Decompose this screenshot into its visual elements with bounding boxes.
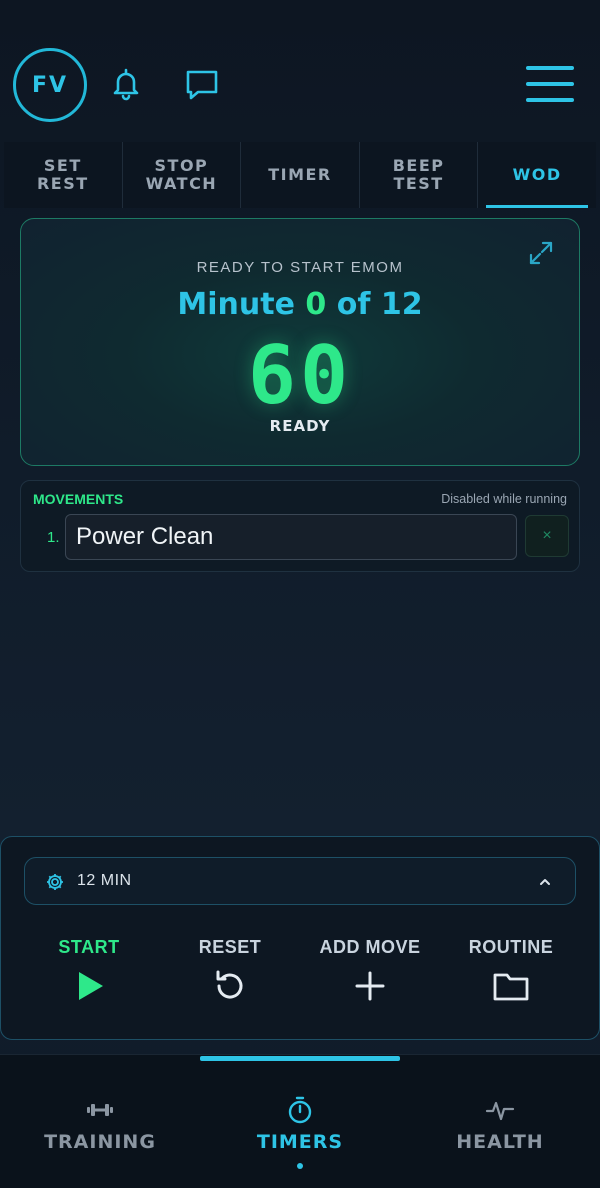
- nav-training-label: TRAINING: [44, 1131, 156, 1153]
- reset-button[interactable]: RESET: [160, 937, 300, 1006]
- play-icon: [69, 966, 109, 1006]
- app-header: FV: [0, 0, 600, 140]
- movements-panel: MOVEMENTS Disabled while running 1. Powe…: [20, 480, 580, 572]
- dumbbell-icon: [85, 1095, 115, 1125]
- minute-prefix: Minute: [177, 287, 295, 322]
- nav-health[interactable]: HEALTH: [400, 1095, 600, 1153]
- duration-label: 12 MIN: [77, 872, 132, 889]
- movements-note: Disabled while running: [441, 492, 567, 506]
- gear-icon: [45, 872, 65, 892]
- nav-training[interactable]: TRAINING: [0, 1095, 200, 1153]
- chevron-up-icon: [537, 874, 553, 890]
- tab-timer[interactable]: TIMER: [241, 142, 360, 208]
- start-label: START: [58, 937, 120, 957]
- add-move-label: ADD MOVE: [319, 937, 421, 957]
- control-panel: 12 MIN START RESET ADD MOVE ROUTINE: [0, 836, 600, 1040]
- tab-stop-watch[interactable]: STOP WATCH: [123, 142, 242, 208]
- menu-icon[interactable]: [526, 66, 574, 104]
- timer-mode-tabs: SET REST STOP WATCH TIMER BEEP TEST WOD: [4, 142, 596, 208]
- plus-icon: [350, 966, 390, 1006]
- add-move-button[interactable]: ADD MOVE: [300, 937, 440, 1006]
- tab-set-rest[interactable]: SET REST: [4, 142, 123, 208]
- countdown-display: 60: [247, 329, 353, 422]
- nav-timers-label: TIMERS: [256, 1131, 344, 1153]
- timer-state-label: READY: [269, 417, 331, 435]
- nav-timers[interactable]: TIMERS: [200, 1095, 400, 1169]
- movement-number: 1.: [47, 529, 60, 546]
- routine-button[interactable]: ROUTINE: [441, 937, 581, 1006]
- tab-beep-test[interactable]: BEEP TEST: [360, 142, 479, 208]
- close-icon: ×: [542, 527, 552, 544]
- start-button[interactable]: START: [19, 937, 159, 1006]
- avatar[interactable]: FV: [13, 48, 87, 122]
- active-tab-indicator: [200, 1056, 400, 1061]
- timer-display-card: READY TO START EMOM Minute 0 of 12 60 RE…: [20, 218, 580, 466]
- minute-current: 0: [305, 287, 327, 322]
- pulse-icon: [485, 1095, 515, 1125]
- routine-label: ROUTINE: [468, 937, 554, 957]
- avatar-initials: FV: [31, 72, 69, 98]
- nav-health-label: HEALTH: [456, 1131, 544, 1153]
- movements-title: MOVEMENTS: [33, 491, 124, 507]
- active-dot: [297, 1163, 303, 1169]
- movement-input[interactable]: Power Clean: [65, 514, 517, 560]
- delete-movement-button[interactable]: ×: [525, 515, 569, 557]
- timer-status-text: READY TO START EMOM: [196, 259, 404, 276]
- minute-suffix: of 12: [336, 287, 423, 322]
- reset-icon: [210, 966, 250, 1006]
- duration-settings-bar[interactable]: 12 MIN: [24, 857, 576, 905]
- tab-wod[interactable]: WOD: [478, 142, 596, 208]
- bell-icon[interactable]: [106, 64, 146, 104]
- chat-icon[interactable]: [182, 64, 222, 104]
- minute-progress: Minute 0 of 12: [21, 287, 579, 322]
- bottom-navigation: TRAINING TIMERS HEALTH: [0, 1054, 600, 1188]
- stopwatch-icon: [285, 1095, 315, 1125]
- folder-icon: [491, 966, 531, 1006]
- reset-label: RESET: [198, 937, 262, 957]
